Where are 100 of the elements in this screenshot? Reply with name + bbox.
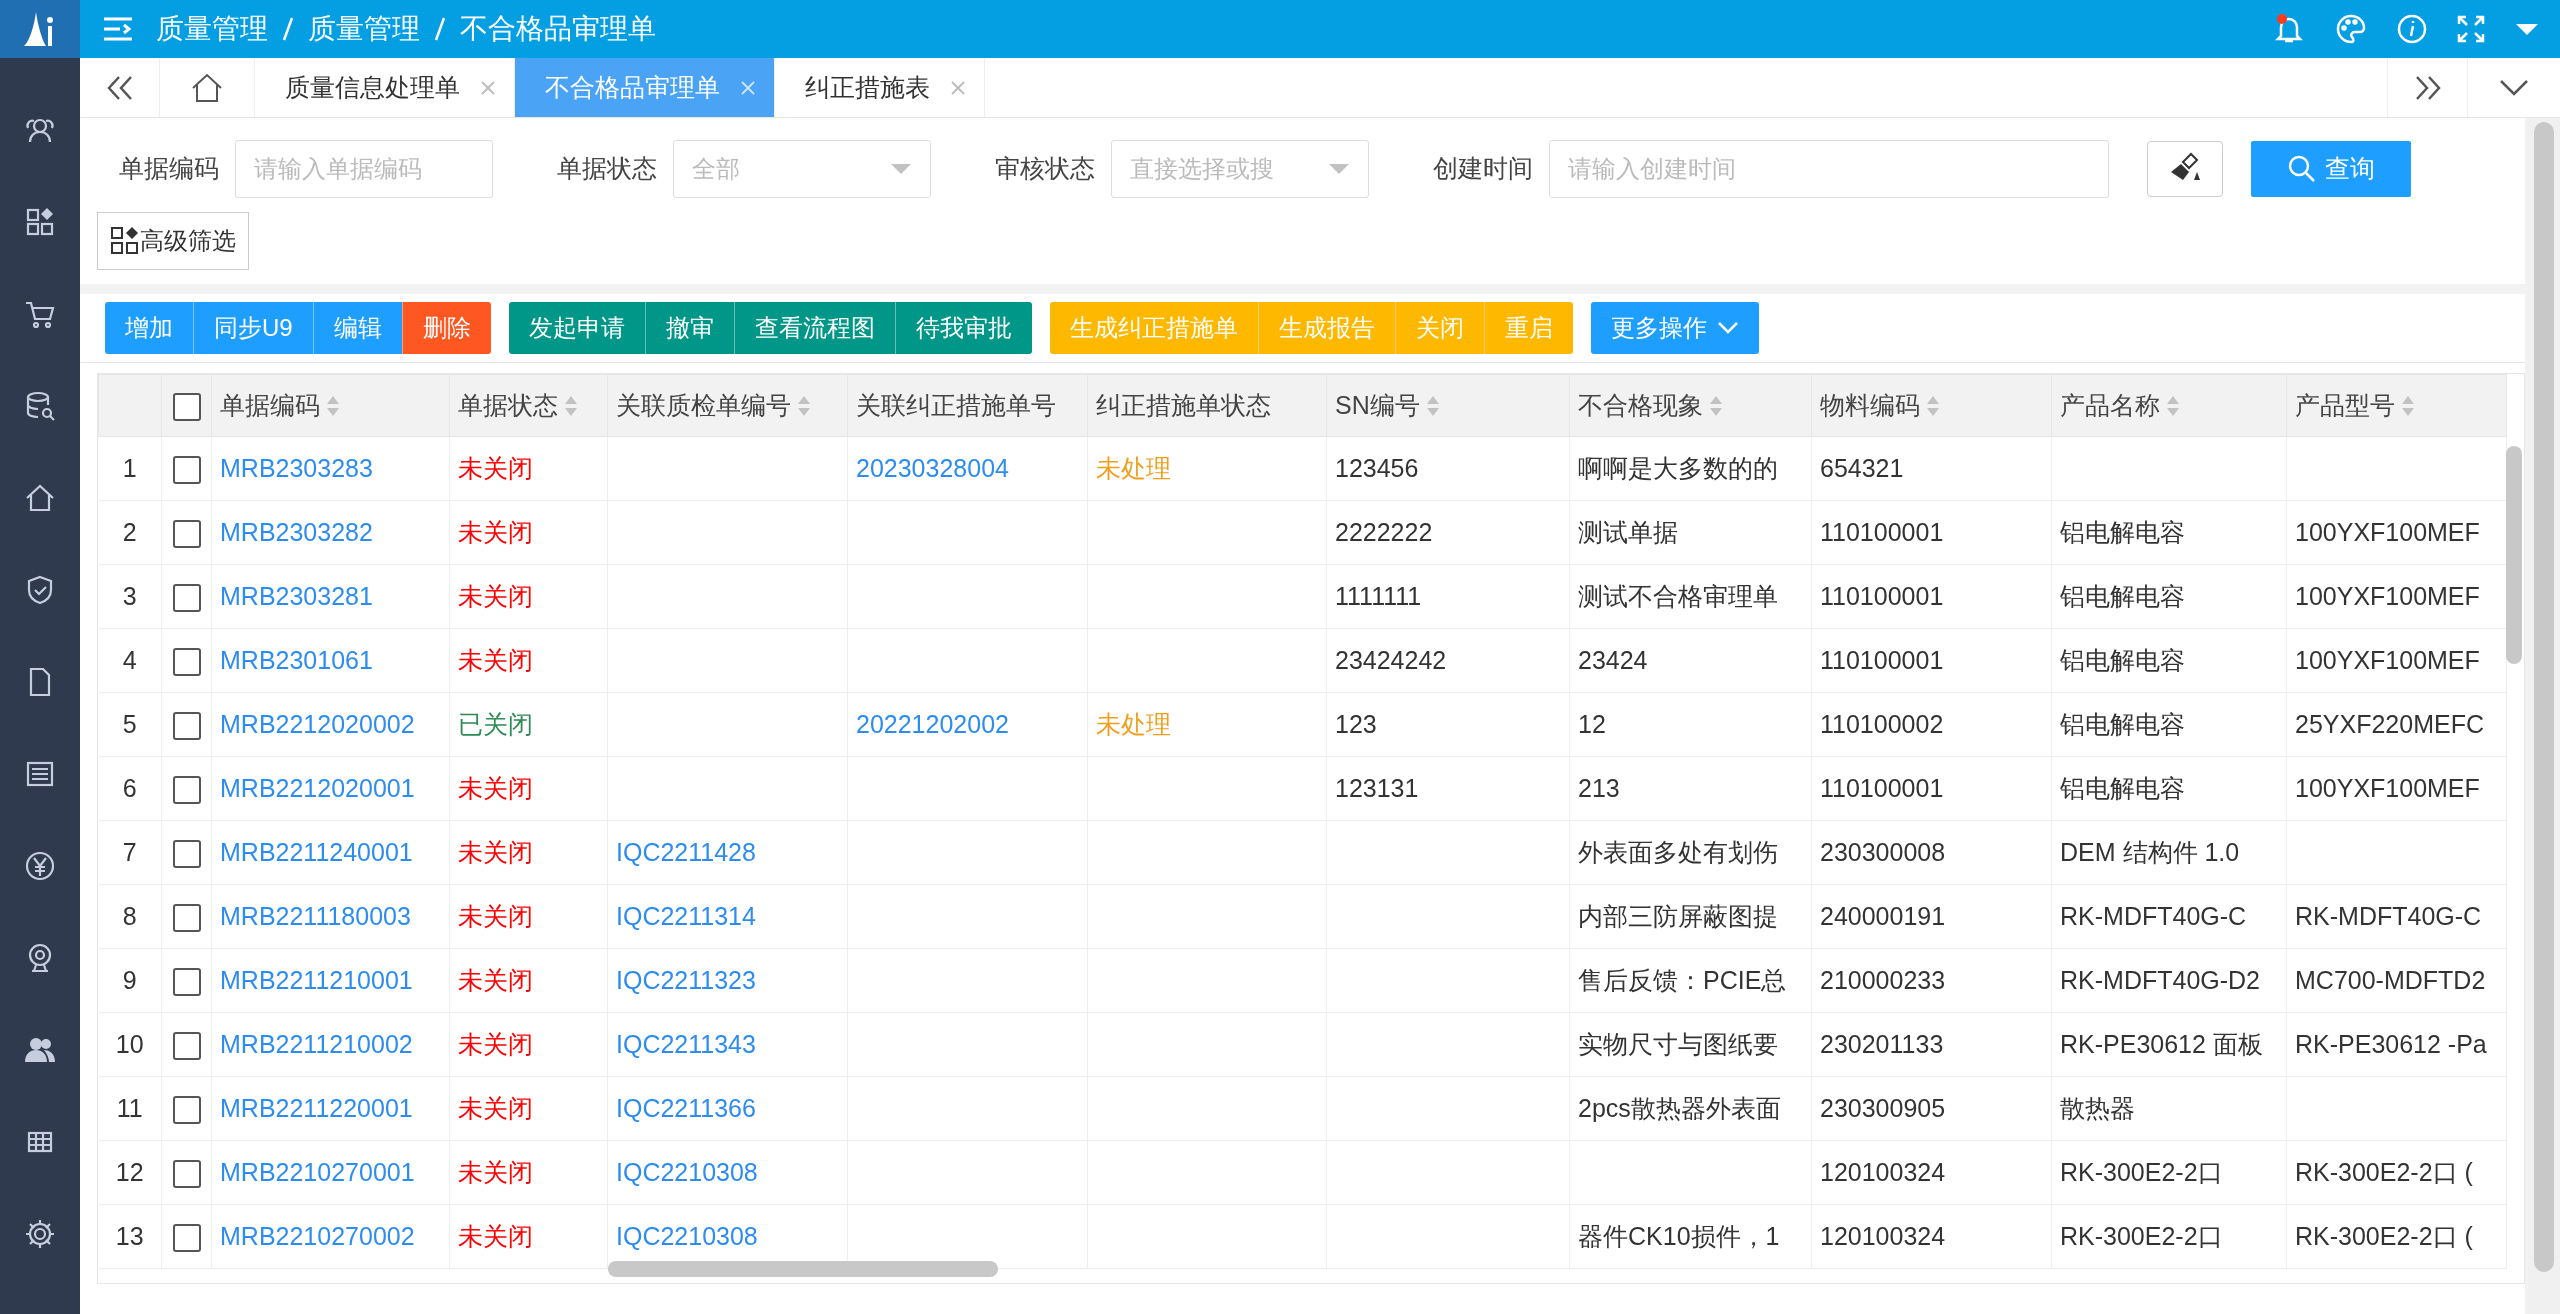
row-number: 5 <box>122 709 137 738</box>
link[interactable]: IQC2211428 <box>616 837 756 866</box>
toolbar-button[interactable]: 删除 <box>401 302 491 354</box>
table-cell: 230300008 <box>1820 837 1946 866</box>
table-cell: RK-PE30612 面板 <box>2060 1029 2263 1058</box>
table-cell: 110100001 <box>1820 517 1944 546</box>
status-text: 未处理 <box>1096 453 1171 482</box>
fullscreen-icon[interactable] <box>2456 14 2486 44</box>
link[interactable]: 20221202002 <box>856 709 1009 738</box>
link[interactable]: MRB2303281 <box>220 581 373 610</box>
checkbox[interactable] <box>172 712 201 741</box>
database-icon[interactable] <box>24 390 56 422</box>
caret-down-icon <box>890 163 912 175</box>
checkbox[interactable] <box>172 904 201 933</box>
link[interactable]: IQC2210308 <box>616 1157 758 1186</box>
table-cell: 100YXF100MEF <box>2295 517 2480 546</box>
link[interactable]: MRB2210270002 <box>220 1221 415 1250</box>
row-number: 9 <box>122 965 137 994</box>
link[interactable]: MRB2212020002 <box>220 709 415 738</box>
toolbar-button[interactable]: 发起申请 <box>508 302 645 354</box>
select-field[interactable]: 直接选择或搜 <box>1111 140 1369 198</box>
status-text: 未处理 <box>1096 709 1171 738</box>
link[interactable]: MRB2210270001 <box>220 1157 415 1186</box>
toolbar-button[interactable]: 待我审批 <box>894 302 1032 354</box>
checkbox[interactable] <box>172 1160 201 1189</box>
tab[interactable]: 不合格品审理单 <box>515 58 775 117</box>
table-cell: 12 <box>1578 709 1606 738</box>
breadcrumb-item[interactable]: 不合格品审理单 <box>460 8 656 50</box>
link[interactable]: IQC2210308 <box>616 1221 758 1250</box>
input-field[interactable]: 请输入单据编码 <box>235 140 493 198</box>
filter-label: 单据编码 <box>119 153 219 185</box>
toolbar-button[interactable]: 关闭 <box>1394 302 1484 354</box>
filter-label: 单据状态 <box>557 153 657 185</box>
yen-icon[interactable] <box>24 850 56 882</box>
palette-icon[interactable] <box>2334 12 2368 46</box>
advanced-filter-button[interactable]: 高级筛选 <box>97 212 249 270</box>
row-number: 3 <box>122 581 137 610</box>
page-scrollbar[interactable] <box>2534 122 2554 1272</box>
table-cell: 654321 <box>1820 453 1904 482</box>
toolbar-button[interactable]: 撤审 <box>644 302 734 354</box>
row-number: 8 <box>122 901 137 930</box>
caret-down-icon[interactable] <box>2514 21 2540 37</box>
slash-icon <box>434 16 446 42</box>
toolbar-button[interactable]: 更多操作 <box>1590 302 1759 354</box>
breadcrumb-item[interactable]: 质量管理 <box>308 8 420 50</box>
breadcrumb-item[interactable]: 质量管理 <box>156 8 268 50</box>
table-cell: 210000233 <box>1820 965 1946 994</box>
checkbox[interactable] <box>172 968 201 997</box>
toolbar-button[interactable]: 编辑 <box>312 302 402 354</box>
toolbar-button[interactable]: 生成纠正措施单 <box>1049 302 1258 354</box>
link[interactable]: IQC2211314 <box>616 901 756 930</box>
table-cell: 散热器 <box>2060 1093 2135 1122</box>
clear-button[interactable] <box>2147 141 2223 197</box>
link[interactable]: MRB2303283 <box>220 453 373 482</box>
link[interactable]: MRB2211210002 <box>220 1029 413 1058</box>
checkbox[interactable] <box>172 520 201 549</box>
link[interactable]: MRB2211180003 <box>220 901 411 930</box>
link[interactable]: MRB2211210001 <box>220 965 413 994</box>
toolbar-button[interactable]: 生成报告 <box>1257 302 1395 354</box>
menu-icon[interactable] <box>102 15 134 43</box>
checkbox[interactable] <box>172 1224 201 1253</box>
checkbox[interactable] <box>172 1096 201 1125</box>
toolbar-button[interactable]: 重启 <box>1483 302 1573 354</box>
table-cell: 23424 <box>1578 645 1648 674</box>
link[interactable]: IQC2211343 <box>616 1029 756 1058</box>
checkbox[interactable] <box>172 456 201 485</box>
link[interactable]: MRB2301061 <box>220 645 373 674</box>
table-cell: 23424242 <box>1335 645 1447 674</box>
toolbar-button[interactable]: 同步U9 <box>193 302 313 354</box>
apps-icon[interactable] <box>24 206 56 238</box>
link[interactable]: MRB2211220001 <box>220 1093 413 1122</box>
filter-label: 创建时间 <box>1433 153 1533 185</box>
checkbox[interactable] <box>172 648 201 677</box>
table-cell: 213 <box>1578 773 1620 802</box>
link[interactable]: IQC2211366 <box>616 1093 756 1122</box>
checkbox[interactable] <box>172 840 201 869</box>
link[interactable]: MRB2212020001 <box>220 773 415 802</box>
input-field[interactable]: 请输入创建时间 <box>1549 140 2109 198</box>
link[interactable]: IQC2211323 <box>616 965 756 994</box>
checkbox[interactable] <box>172 584 201 613</box>
horizontal-scrollbar[interactable] <box>608 1261 998 1277</box>
toolbar-button[interactable]: 查看流程图 <box>733 302 895 354</box>
search-button[interactable]: 查询 <box>2251 141 2411 197</box>
link[interactable]: MRB2303282 <box>220 517 373 546</box>
info-icon[interactable] <box>2396 13 2428 45</box>
checkbox[interactable] <box>172 776 201 805</box>
table-cell: 120100324 <box>1820 1157 1946 1186</box>
table-cell: RK-MDFT40G-D2 <box>2060 965 2260 994</box>
checkbox[interactable] <box>172 393 201 422</box>
home-icon[interactable] <box>24 482 56 514</box>
link[interactable]: MRB2211240001 <box>220 837 413 866</box>
settings-icon[interactable] <box>24 1218 56 1250</box>
table-cell: 230300905 <box>1820 1093 1946 1122</box>
toolbar-button[interactable]: 增加 <box>105 302 193 354</box>
link[interactable]: 20230328004 <box>856 453 1009 482</box>
status-text: 未关闭 <box>458 1221 533 1250</box>
select-field[interactable]: 全部 <box>673 140 931 198</box>
vertical-scrollbar[interactable] <box>2506 446 2522 664</box>
checkbox[interactable] <box>172 1032 201 1061</box>
status-text: 未关闭 <box>458 965 533 994</box>
